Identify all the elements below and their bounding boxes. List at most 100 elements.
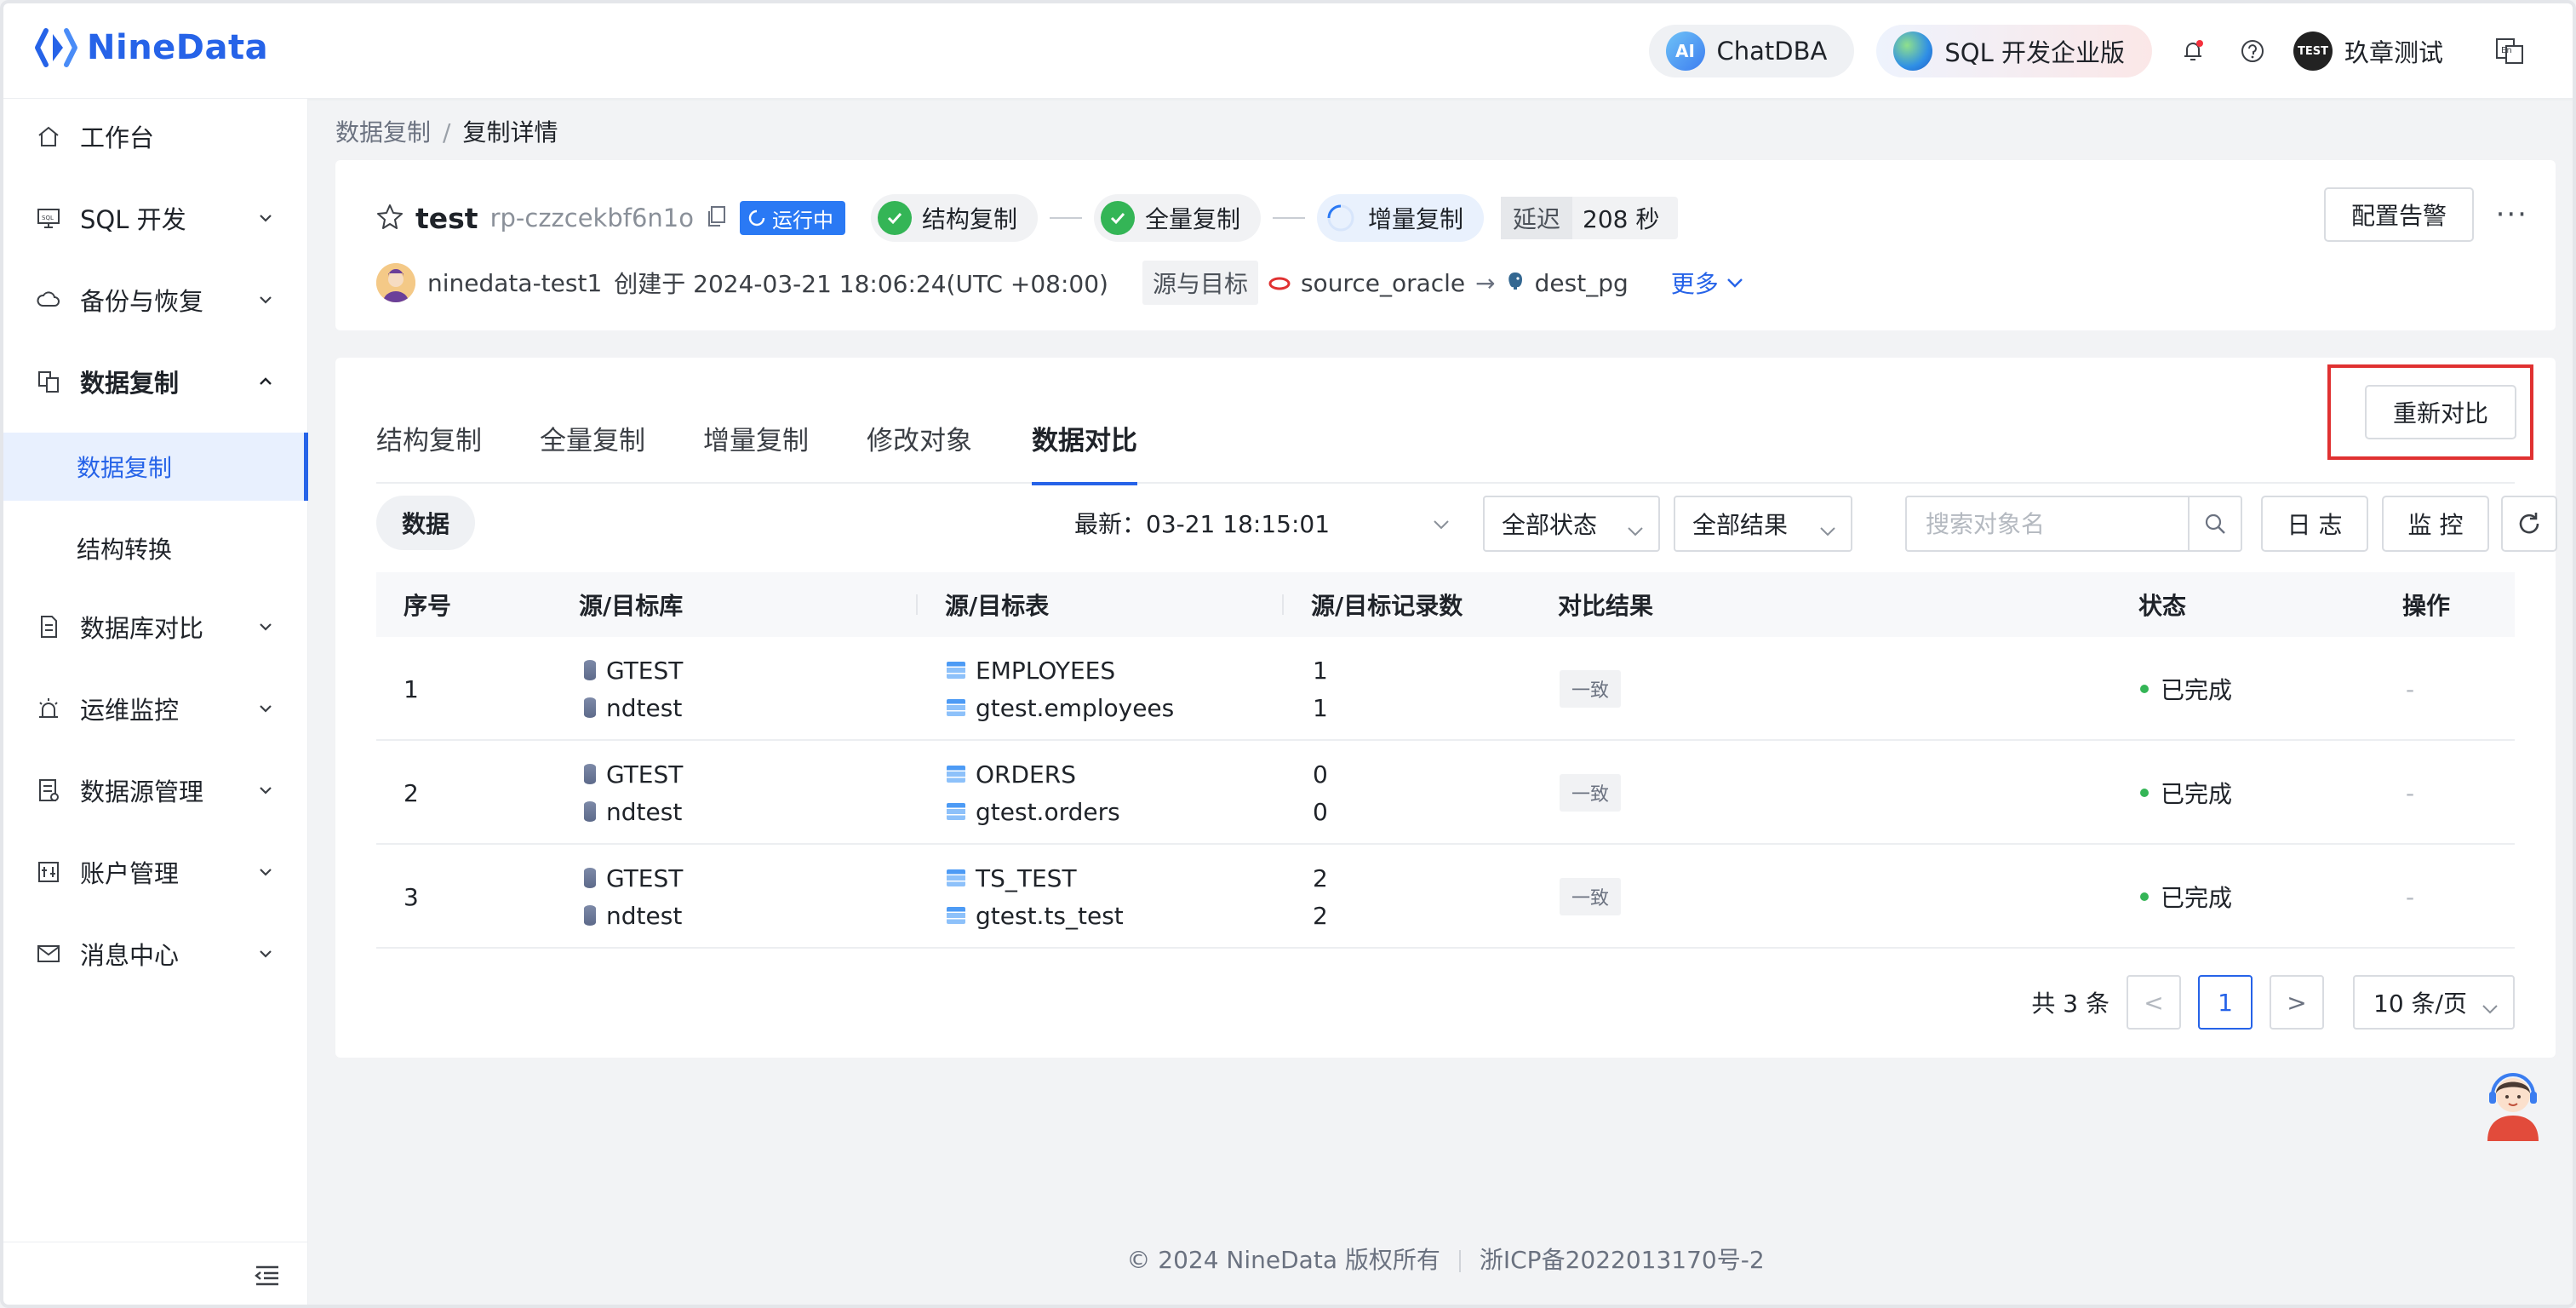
breadcrumb-parent[interactable]: 数据复制 bbox=[335, 118, 431, 146]
sidebar-item-label: 数据库对比 bbox=[80, 609, 203, 645]
source-db: GTEST bbox=[606, 864, 683, 892]
tab-modify-objects[interactable]: 修改对象 bbox=[867, 392, 972, 484]
brand-logo[interactable]: NineData bbox=[34, 26, 268, 70]
source-table: ORDERS bbox=[976, 760, 1076, 789]
column-divider bbox=[916, 594, 918, 615]
source-table: EMPLOYEES bbox=[976, 657, 1115, 685]
target-count: 0 bbox=[1313, 797, 1328, 826]
table-row: 2 GTEST ndtest ORDERS gtest.orders 0 0 一… bbox=[376, 741, 2515, 845]
table-row: 3 GTEST ndtest TS_TEST gtest.ts_test 2 2… bbox=[376, 845, 2515, 949]
step-structure[interactable]: 结构复制 bbox=[871, 194, 1038, 242]
database-icon bbox=[584, 660, 596, 680]
sidebar-item-datasource[interactable]: 数据源管理 bbox=[3, 756, 308, 824]
tab-data-compare[interactable]: 数据对比 bbox=[1032, 392, 1137, 484]
result-filter-select[interactable]: 全部结果 bbox=[1674, 496, 1852, 552]
step-incremental[interactable]: 增量复制 bbox=[1317, 194, 1484, 242]
bell-icon[interactable] bbox=[2174, 32, 2212, 70]
prev-page-button[interactable]: < bbox=[2127, 975, 2181, 1030]
chevron-down-icon bbox=[254, 615, 278, 639]
sidebar-item-monitoring[interactable]: 运维监控 bbox=[3, 674, 308, 743]
delay-label: 延迟 bbox=[1501, 197, 1572, 239]
chevron-down-icon bbox=[254, 942, 278, 966]
tab-incremental[interactable]: 增量复制 bbox=[703, 392, 809, 484]
chevron-down-icon bbox=[254, 206, 278, 230]
next-page-button[interactable]: > bbox=[2270, 975, 2324, 1030]
target-db: ndtest bbox=[606, 798, 682, 826]
chatdba-icon: AI bbox=[1666, 32, 1705, 71]
delay-value: 208 秒 bbox=[1583, 201, 1659, 235]
sidebar-collapse-button[interactable] bbox=[3, 1242, 308, 1308]
status-text: 已完成 bbox=[2161, 672, 2232, 706]
monitor-button[interactable]: 监 控 bbox=[2382, 496, 2489, 552]
source-name[interactable]: source_oracle bbox=[1301, 269, 1465, 297]
language-icon[interactable]: En bbox=[2491, 32, 2528, 70]
task-name: test bbox=[415, 202, 478, 235]
table-icon bbox=[947, 766, 965, 783]
row-number: 2 bbox=[404, 779, 419, 807]
total-count: 共 3 条 bbox=[2031, 985, 2109, 1019]
status-filter-select[interactable]: 全部状态 bbox=[1483, 496, 1660, 552]
page-size-select[interactable]: 10 条/页 bbox=[2353, 975, 2515, 1030]
search-icon[interactable] bbox=[2188, 497, 2241, 550]
chatdba-button[interactable]: AI ChatDBA bbox=[1649, 25, 1855, 77]
sidebar-item-account[interactable]: 账户管理 bbox=[3, 838, 308, 906]
configure-alert-button[interactable]: 配置告警 bbox=[2324, 187, 2474, 242]
copy-icon[interactable] bbox=[706, 204, 728, 232]
task-summary-card: test rp-czzcekbf6n1o 运行中 结构复制 全量复制 增量复制 bbox=[335, 160, 2556, 330]
compare-icon bbox=[34, 612, 63, 641]
filter-toolbar: 数据 最新：03-21 18:15:01 全部状态 全部结果 日 志 监 控 bbox=[376, 496, 2515, 552]
chevron-down-icon bbox=[1432, 509, 1451, 537]
step-full[interactable]: 全量复制 bbox=[1094, 194, 1261, 242]
sidebar-item-backup[interactable]: 备份与恢复 bbox=[3, 266, 308, 334]
recompare-button[interactable]: 重新对比 bbox=[2365, 385, 2516, 439]
status-text: 已完成 bbox=[2161, 776, 2232, 810]
sql-edition-button[interactable]: SQL 开发企业版 bbox=[1876, 25, 2152, 77]
more-actions-icon[interactable]: ··· bbox=[2496, 198, 2528, 232]
log-button[interactable]: 日 志 bbox=[2261, 496, 2368, 552]
help-icon[interactable] bbox=[2234, 32, 2271, 70]
search-input[interactable] bbox=[1907, 498, 2188, 549]
page-1-button[interactable]: 1 bbox=[2198, 975, 2253, 1030]
loading-icon bbox=[1324, 201, 1358, 235]
source-target-label: 源与目标 bbox=[1142, 261, 1258, 305]
replicate-icon bbox=[34, 367, 63, 396]
star-icon[interactable] bbox=[376, 203, 404, 233]
more-link[interactable]: 更多 bbox=[1671, 266, 1744, 300]
user-menu[interactable]: TEST 玖章测试 bbox=[2293, 32, 2443, 71]
database-icon bbox=[584, 905, 596, 926]
customer-support-icon[interactable] bbox=[2481, 1063, 2545, 1141]
step-connector bbox=[1050, 217, 1082, 219]
mail-icon bbox=[34, 939, 63, 968]
result-badge: 一致 bbox=[1560, 774, 1621, 812]
col-count: 源/目标记录数 bbox=[1311, 572, 1463, 637]
status-text: 已完成 bbox=[2161, 880, 2232, 914]
delay-indicator: 延迟 208 秒 bbox=[1501, 197, 1678, 239]
tab-full[interactable]: 全量复制 bbox=[540, 392, 645, 484]
top-header: NineData AI ChatDBA SQL 开发企业版 TEST 玖章测试 bbox=[3, 3, 2576, 99]
sidebar-subitem-schema-convert[interactable]: 结构转换 bbox=[3, 514, 308, 582]
data-tag[interactable]: 数据 bbox=[376, 496, 475, 550]
target-table: gtest.ts_test bbox=[976, 902, 1124, 930]
row-action: - bbox=[2406, 675, 2414, 703]
refresh-button[interactable] bbox=[2501, 496, 2557, 552]
refresh-icon bbox=[2515, 509, 2544, 538]
account-icon bbox=[34, 858, 63, 886]
avatar: TEST bbox=[2293, 32, 2333, 71]
target-name[interactable]: dest_pg bbox=[1535, 269, 1629, 297]
arrow-text: → bbox=[1475, 269, 1495, 297]
compare-table: 序号 源/目标库 源/目标表 源/目标记录数 对比结果 状态 操作 1 GTES… bbox=[376, 572, 2515, 949]
sidebar-item-db-compare[interactable]: 数据库对比 bbox=[3, 593, 308, 661]
sidebar-item-replication[interactable]: 数据复制 bbox=[3, 347, 308, 416]
icp-link[interactable]: 浙ICP备2022013170号-2 bbox=[1480, 1246, 1765, 1274]
chevron-down-icon bbox=[254, 778, 278, 802]
tab-structure[interactable]: 结构复制 bbox=[376, 392, 482, 484]
source-count: 2 bbox=[1313, 863, 1328, 892]
avatar bbox=[376, 263, 415, 302]
sidebar-item-sql[interactable]: SQL SQL 开发 bbox=[3, 184, 308, 252]
sidebar-item-workbench[interactable]: 工作台 bbox=[3, 102, 308, 170]
latest-select[interactable]: 最新：03-21 18:15:01 bbox=[1074, 496, 1330, 550]
sidebar-subitem-replication[interactable]: 数据复制 bbox=[3, 433, 308, 501]
target-count: 2 bbox=[1313, 901, 1328, 930]
sidebar-item-messages[interactable]: 消息中心 bbox=[3, 920, 308, 988]
sidebar-item-label: 数据源管理 bbox=[80, 772, 203, 808]
